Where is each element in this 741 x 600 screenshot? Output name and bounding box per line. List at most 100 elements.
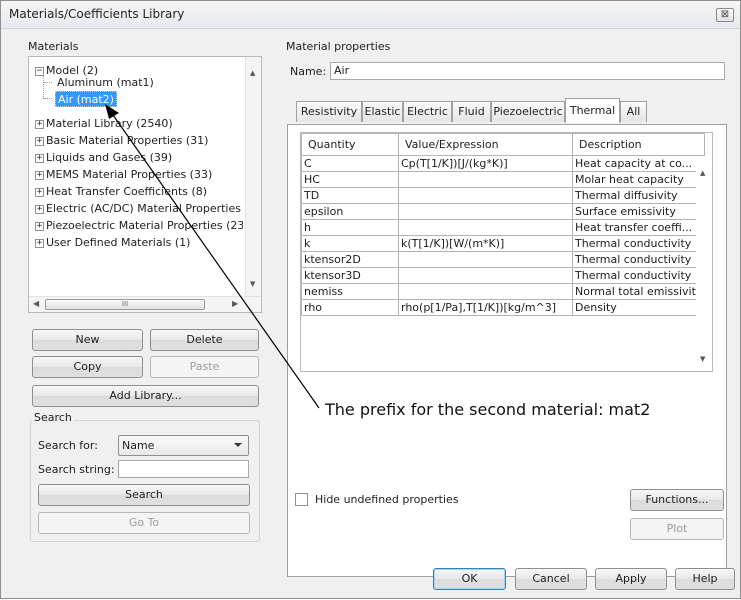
cancel-button[interactable]: Cancel [515, 568, 587, 590]
tree-node-liquids-gases[interactable]: + Liquids and Gases (39) [35, 150, 172, 166]
column-header-value[interactable]: Value/Expression [398, 133, 573, 156]
expand-icon[interactable]: + [35, 153, 44, 163]
tree-node-label: Material Library (2540) [46, 117, 173, 130]
tree-horizontal-scrollbar[interactable]: ◀ III ▶ [29, 296, 261, 312]
delete-button[interactable]: Delete [150, 329, 259, 351]
scroll-thumb[interactable]: III [45, 299, 205, 310]
tree-node-piezoelectric[interactable]: + Piezoelectric Material Properties (23) [35, 218, 243, 234]
tree-node-air[interactable]: Air (mat2) [55, 91, 117, 107]
value-cell[interactable]: rho(p[1/Pa],T[1/K])[kg/m^3] [398, 299, 573, 316]
tree-node-heat-transfer[interactable]: + Heat Transfer Coefficients (8) [35, 184, 207, 200]
ok-button[interactable]: OK [433, 568, 506, 590]
tab-electric[interactable]: Electric [403, 101, 452, 122]
column-header-quantity[interactable]: Quantity [301, 133, 399, 156]
expand-icon[interactable]: + [35, 221, 44, 231]
tree-node-label: User Defined Materials (1) [46, 236, 191, 249]
expand-icon[interactable]: + [35, 187, 44, 197]
scroll-down-icon[interactable]: ▼ [250, 280, 255, 288]
value-cell[interactable] [398, 251, 573, 268]
help-button[interactable]: Help [675, 568, 735, 590]
tree-node-material-library[interactable]: + Material Library (2540) [35, 116, 173, 132]
scroll-up-icon[interactable]: ▲ [700, 169, 705, 177]
table-row[interactable]: ktensor3D Thermal conductivity [301, 267, 706, 284]
tab-resistivity[interactable]: Resistivity [296, 101, 362, 122]
value-cell[interactable] [398, 283, 573, 300]
tree-node-user-defined[interactable]: + User Defined Materials (1) [35, 235, 190, 251]
value-cell[interactable] [398, 187, 573, 204]
functions-button[interactable]: Functions... [630, 489, 724, 511]
table-row[interactable]: ktensor2D Thermal conductivity [301, 251, 706, 268]
expand-icon[interactable]: + [35, 136, 44, 146]
expand-icon[interactable]: + [35, 119, 44, 129]
close-icon[interactable]: ⊠ [716, 8, 734, 22]
goto-button[interactable]: Go To [38, 512, 250, 534]
search-string-input[interactable] [118, 460, 249, 478]
tree-node-aluminum[interactable]: Aluminum (mat1) [57, 75, 154, 91]
quantity-cell: rho [301, 299, 399, 316]
scroll-right-icon[interactable]: ▶ [232, 299, 238, 308]
table-row[interactable]: rho rho(p[1/Pa],T[1/K])[kg/m^3] Density [301, 299, 706, 316]
table-row[interactable]: h Heat transfer coeffi... [301, 219, 706, 236]
description-cell: Thermal conductivity [571, 235, 706, 252]
hide-undefined-checkbox[interactable] [295, 493, 308, 506]
table-row[interactable]: nemiss Normal total emissivity [301, 283, 706, 300]
description-cell: Surface emissivity [571, 203, 706, 220]
add-library-button[interactable]: Add Library... [32, 385, 259, 407]
tree-vertical-scrollbar[interactable]: ▲ ▼ [245, 57, 261, 296]
search-for-dropdown[interactable]: Name [118, 435, 249, 456]
tab-all[interactable]: All [620, 101, 647, 122]
tree-node-electric[interactable]: + Electric (AC/DC) Material Properties ( [35, 201, 243, 217]
materials-library-dialog: Materials/Coefficients Library ⊠ Materia… [0, 0, 741, 599]
scroll-left-icon[interactable]: ◀ [33, 299, 39, 308]
expand-icon[interactable]: + [35, 170, 44, 180]
title-bar: Materials/Coefficients Library ⊠ [1, 1, 740, 29]
tree-node-label: MEMS Material Properties (33) [46, 168, 213, 181]
value-cell[interactable] [398, 267, 573, 284]
value-cell[interactable] [398, 219, 573, 236]
tab-strip: Resistivity Elastic Electric Fluid Piezo… [296, 98, 726, 125]
table-row[interactable]: k k(T[1/K])[W/(m*K)] Thermal conductivit… [301, 235, 706, 252]
expand-icon[interactable]: + [35, 238, 44, 248]
scroll-up-icon[interactable]: ▲ [250, 69, 255, 77]
description-cell: Density [571, 299, 706, 316]
tab-content-panel: Quantity Value/Expression Description C … [287, 124, 727, 577]
table-vertical-scrollbar[interactable]: ▲ ▼ [696, 156, 712, 371]
tab-elastic[interactable]: Elastic [362, 101, 403, 122]
description-cell: Heat transfer coeffi... [571, 219, 706, 236]
material-properties-heading: Material properties [286, 40, 391, 53]
tree-node-label: Air (mat2) [58, 93, 114, 106]
quantity-cell: k [301, 235, 399, 252]
search-button[interactable]: Search [38, 484, 250, 506]
materials-heading: Materials [28, 40, 79, 53]
table-row[interactable]: TD Thermal diffusivity [301, 187, 706, 204]
quantity-cell: TD [301, 187, 399, 204]
table-row[interactable]: HC Molar heat capacity [301, 171, 706, 188]
tree-connector [44, 98, 52, 99]
search-for-label: Search for: [38, 439, 98, 452]
plot-button[interactable]: Plot [630, 518, 724, 540]
apply-button[interactable]: Apply [595, 568, 667, 590]
table-row[interactable]: C Cp(T[1/K])[J/(kg*K)] Heat capacity at … [301, 155, 706, 172]
paste-button[interactable]: Paste [150, 356, 259, 378]
scroll-down-icon[interactable]: ▼ [700, 355, 705, 363]
column-header-description[interactable]: Description [571, 133, 706, 156]
value-cell[interactable] [398, 203, 573, 220]
properties-table-frame: Quantity Value/Expression Description C … [300, 132, 713, 372]
materials-tree[interactable]: − Model (2) Aluminum (mat1) Air (mat2) + M… [28, 56, 262, 313]
expand-icon[interactable]: + [35, 204, 44, 214]
tab-thermal[interactable]: Thermal [565, 98, 620, 123]
table-row[interactable]: epsilon Surface emissivity [301, 203, 706, 220]
value-cell[interactable]: Cp(T[1/K])[J/(kg*K)] [398, 155, 573, 172]
tab-fluid[interactable]: Fluid [452, 101, 491, 122]
quantity-cell: C [301, 155, 399, 172]
value-cell[interactable] [398, 171, 573, 188]
copy-button[interactable]: Copy [32, 356, 143, 378]
tree-node-basic-material[interactable]: + Basic Material Properties (31) [35, 133, 208, 149]
new-button[interactable]: New [32, 329, 143, 351]
tree-node-mems[interactable]: + MEMS Material Properties (33) [35, 167, 212, 183]
tab-piezoelectric[interactable]: Piezoelectric [491, 101, 565, 122]
description-cell: Heat capacity at co... [571, 155, 706, 172]
window-title: Materials/Coefficients Library [9, 7, 185, 21]
name-input[interactable]: Air [330, 62, 725, 80]
value-cell[interactable]: k(T[1/K])[W/(m*K)] [398, 235, 573, 252]
